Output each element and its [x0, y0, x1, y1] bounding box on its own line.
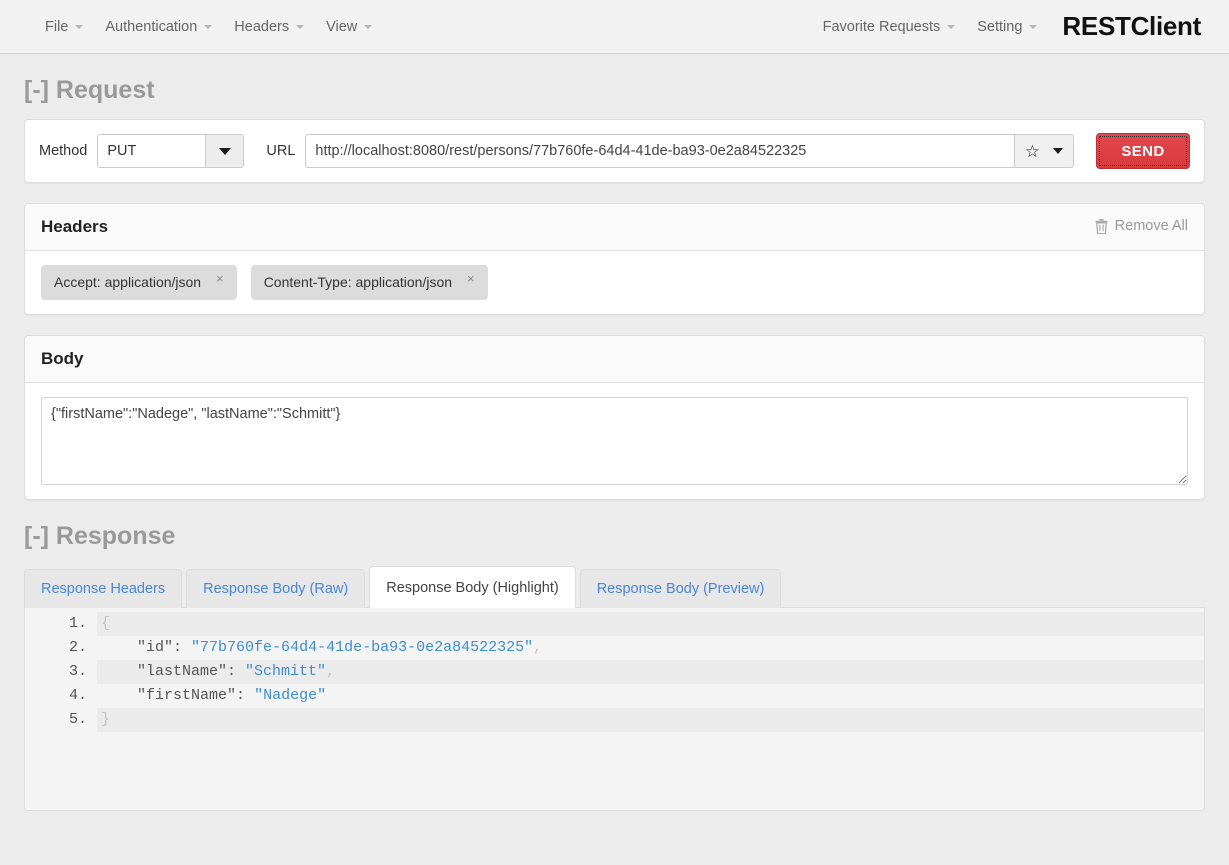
- header-tag: Content-Type: application/json ×: [250, 265, 488, 300]
- code-token-punct: {: [101, 615, 111, 632]
- method-select-value: PUT: [98, 135, 206, 167]
- code-token-punct: [101, 639, 137, 656]
- navbar-right-menus: Favorite Requests Setting RESTClient: [812, 0, 1229, 54]
- header-tag-label: Accept: application/json: [54, 274, 202, 290]
- code-line: 1. {: [25, 612, 1204, 636]
- star-icon[interactable]: ☆: [1025, 143, 1040, 160]
- code-line-number: 5.: [68, 711, 87, 728]
- header-tag-list: Accept: application/json × Content-Type:…: [41, 265, 1188, 300]
- menu-setting[interactable]: Setting: [966, 0, 1048, 54]
- header-tag-label: Content-Type: application/json: [263, 274, 453, 290]
- code-line-list: 1. {2. "id": "77b760fe-64d4-41de-ba93-0e2…: [25, 612, 1204, 732]
- navbar: File Authentication Headers View Favorit…: [0, 0, 1229, 54]
- body-panel-body: [25, 383, 1204, 499]
- chevron-down-icon: [75, 24, 84, 29]
- remove-all-label: Remove All: [1114, 218, 1188, 234]
- chevron-down-icon: [296, 24, 305, 29]
- menu-favorite-requests-label: Favorite Requests: [822, 18, 941, 35]
- response-section-title[interactable]: [-] Response: [24, 522, 1229, 551]
- chevron-down-icon: [1029, 24, 1038, 29]
- code-token-key: :: [236, 687, 255, 704]
- code-line: 5.}: [25, 708, 1204, 732]
- menu-setting-label: Setting: [977, 18, 1023, 35]
- code-token-key: :: [227, 663, 246, 680]
- body-title: Body: [41, 349, 84, 368]
- response-code-viewer[interactable]: 1. {2. "id": "77b760fe-64d4-41de-ba93-0e2…: [24, 608, 1205, 811]
- method-select[interactable]: PUT: [97, 134, 245, 168]
- headers-title: Headers: [41, 217, 109, 236]
- url-input[interactable]: [305, 134, 1015, 168]
- method-label: Method: [39, 143, 88, 159]
- chevron-down-icon: [364, 24, 373, 29]
- method-select-toggle[interactable]: [205, 135, 244, 167]
- code-line-text: {: [97, 612, 1204, 636]
- request-row: Method PUT URL ☆ SEND: [25, 120, 1204, 182]
- code-token-key: "firstName": [137, 687, 237, 704]
- tab-response-body-raw-label: Response Body (Raw): [203, 581, 349, 597]
- tab-response-body-preview-label: Response Body (Preview): [596, 581, 765, 597]
- code-token-key: :: [173, 639, 192, 656]
- navbar-left-menus: File Authentication Headers View: [34, 0, 383, 54]
- code-token-punct: [101, 687, 137, 704]
- headers-panel-body: Accept: application/json × Content-Type:…: [25, 251, 1204, 314]
- body-panel: Body: [24, 335, 1205, 500]
- code-line: 4. "firstName": "Nadege": [25, 684, 1204, 708]
- header-tag: Accept: application/json ×: [41, 265, 237, 300]
- code-line-text: "firstName": "Nadege": [97, 684, 1204, 708]
- code-token-key: "lastName": [137, 663, 228, 680]
- code-token-punct: }: [101, 711, 111, 728]
- code-token-str: "77b760fe-64d4-41de-ba93-0e2a84522325": [191, 639, 534, 656]
- menu-authentication[interactable]: Authentication: [94, 0, 223, 54]
- menu-headers[interactable]: Headers: [223, 0, 315, 54]
- menu-headers-label: Headers: [234, 18, 290, 35]
- menu-authentication-label: Authentication: [105, 18, 198, 35]
- tab-response-headers[interactable]: Response Headers: [24, 569, 183, 608]
- code-token-punct: ,: [326, 663, 336, 680]
- trash-icon: [1095, 218, 1108, 234]
- menu-view-label: View: [326, 18, 358, 35]
- tab-response-body-preview[interactable]: Response Body (Preview): [579, 569, 782, 608]
- code-line-number: 1.: [68, 615, 87, 632]
- code-line-number: 2.: [68, 639, 87, 656]
- body-panel-heading: Body: [25, 336, 1204, 383]
- remove-all-headers-button[interactable]: Remove All: [1095, 218, 1188, 234]
- close-icon[interactable]: ×: [216, 272, 224, 285]
- url-label: URL: [266, 143, 296, 159]
- headers-panel-heading: Headers Remove All: [25, 204, 1204, 251]
- send-button[interactable]: SEND: [1096, 133, 1190, 169]
- code-line-text: "id": "77b760fe-64d4-41de-ba93-0e2a84522…: [97, 636, 1204, 660]
- menu-file[interactable]: File: [34, 0, 94, 54]
- menu-favorite-requests[interactable]: Favorite Requests: [812, 0, 967, 54]
- close-icon[interactable]: ×: [467, 272, 475, 285]
- menu-file-label: File: [45, 18, 69, 35]
- code-line: 2. "id": "77b760fe-64d4-41de-ba93-0e2a84…: [25, 636, 1204, 660]
- chevron-down-icon[interactable]: [1053, 148, 1063, 154]
- tab-response-headers-label: Response Headers: [41, 581, 166, 597]
- code-token-key: "id": [137, 639, 174, 656]
- request-panel: Method PUT URL ☆ SEND: [24, 119, 1205, 183]
- tab-response-body-raw[interactable]: Response Body (Raw): [186, 569, 366, 608]
- tab-response-body-highlight[interactable]: Response Body (Highlight): [369, 566, 576, 608]
- code-line-text: "lastName": "Schmitt",: [97, 660, 1204, 684]
- chevron-down-icon: [947, 24, 956, 29]
- response-tabs: Response Headers Response Body (Raw) Res…: [24, 565, 1205, 608]
- request-body-textarea[interactable]: [41, 397, 1188, 485]
- app-brand: RESTClient: [1062, 11, 1201, 41]
- code-line-number: 4.: [68, 687, 87, 704]
- menu-view[interactable]: View: [315, 0, 383, 54]
- chevron-down-icon: [204, 24, 213, 29]
- tab-response-body-highlight-label: Response Body (Highlight): [386, 580, 559, 596]
- code-token-str: "Nadege": [254, 687, 327, 704]
- favorite-request-group[interactable]: ☆: [1014, 134, 1074, 168]
- chevron-down-icon: [218, 147, 231, 155]
- request-section-title[interactable]: [-] Request: [24, 76, 1229, 105]
- code-token-punct: ,: [533, 639, 543, 656]
- code-token-str: "Schmitt": [245, 663, 327, 680]
- code-line-number: 3.: [68, 663, 87, 680]
- headers-panel: Headers Remove All Accept: application/j…: [24, 203, 1205, 315]
- code-line-text: }: [97, 708, 1204, 732]
- code-token-punct: [101, 663, 137, 680]
- code-line: 3. "lastName": "Schmitt",: [25, 660, 1204, 684]
